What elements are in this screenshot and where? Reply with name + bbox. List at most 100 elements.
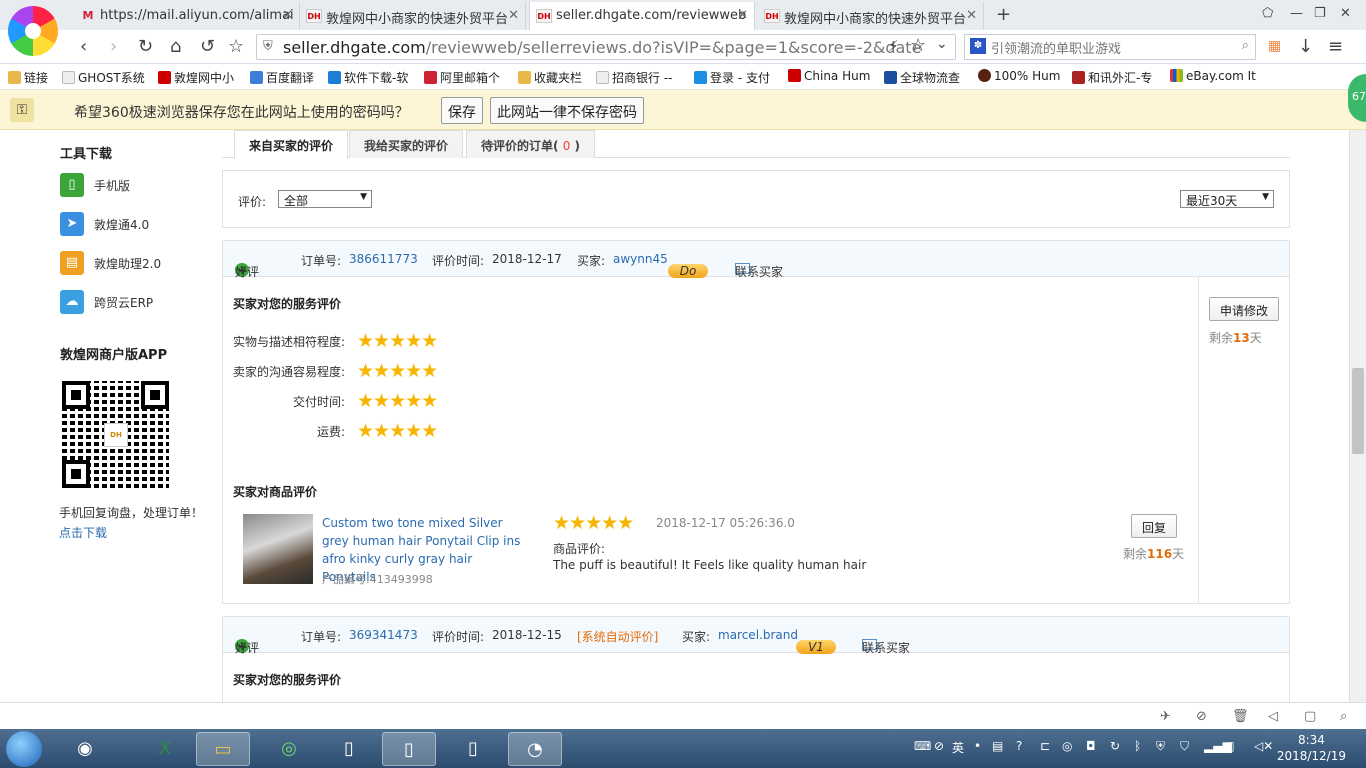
windows-start-icon[interactable] xyxy=(6,731,42,767)
minimize-icon[interactable]: — xyxy=(1290,6,1303,21)
taskbar-document-icon[interactable]: ▯ xyxy=(322,732,376,766)
back-icon[interactable]: ‹ xyxy=(80,36,87,57)
search-input[interactable]: ✽ 引领潮流的单职业游戏 ⌕ xyxy=(964,34,1256,60)
home-icon[interactable]: ⌂ xyxy=(170,36,181,57)
review-tabs: 来自买家的评价 我给买家的评价 待评价的订单( 0 ) xyxy=(222,130,1290,159)
rating-row: 运费: xyxy=(316,425,345,439)
skin-icon[interactable]: ⬠ xyxy=(1262,6,1273,21)
buyer-name-link[interactable]: awynn45 xyxy=(613,252,668,266)
window-icon[interactable]: ▢ xyxy=(1304,709,1316,724)
menu-icon[interactable]: ≡ xyxy=(1328,36,1343,57)
taskbar-app-dock-icon[interactable]: ◉ xyxy=(58,732,112,766)
reply-button[interactable]: 回复 xyxy=(1131,514,1177,538)
review-card: + 好评 订单号: 369341473 评价时间: 2018-12-15 [系统自… xyxy=(222,616,1290,706)
taskbar-document-icon[interactable]: ▯ xyxy=(382,732,436,766)
forward-icon[interactable]: › xyxy=(110,36,117,57)
rating-filter-select[interactable]: 全部 ▼ xyxy=(278,190,372,208)
taskbar-360-browser-icon[interactable]: ◔ xyxy=(508,732,562,766)
dhgate-favicon-icon: DH xyxy=(306,9,322,23)
close-tab-icon[interactable]: ✕ xyxy=(737,8,748,23)
never-save-password-button[interactable]: 此网站一律不保存密码 xyxy=(490,97,644,124)
tab-pending-orders[interactable]: 待评价的订单( 0 ) xyxy=(466,130,595,158)
360-browser-logo-icon[interactable] xyxy=(8,6,58,56)
save-password-button[interactable]: 保存 xyxy=(441,97,483,124)
volume-icon[interactable]: ◁ xyxy=(1268,709,1278,724)
lightning-icon[interactable]: ⚡ xyxy=(888,37,899,55)
taskbar-wechat-icon[interactable]: ◎ xyxy=(262,732,316,766)
browser-tab-dhgate-2[interactable]: DH 敦煌网中小商家的快速外贸平台 ✕ xyxy=(758,2,984,30)
tray-keyboard-icon[interactable]: ▤ xyxy=(992,739,1003,753)
bookmark-item[interactable]: 敦煌网中小 xyxy=(158,69,234,86)
browser-tab-dhgate-1[interactable]: DH 敦煌网中小商家的快速外贸平台 ✕ xyxy=(300,2,526,30)
bookmark-item[interactable]: 和讯外汇-专 xyxy=(1072,69,1152,86)
pin-icon[interactable]: ✈ xyxy=(1160,709,1171,724)
undo-close-icon[interactable]: ↺ xyxy=(200,36,215,57)
close-window-icon[interactable]: ✕ xyxy=(1340,6,1351,21)
tab-from-buyers[interactable]: 来自买家的评价 xyxy=(234,130,349,159)
close-tab-icon[interactable]: ✕ xyxy=(282,8,293,23)
bookmark-item[interactable]: 软件下载-软 xyxy=(328,69,408,86)
trash-icon[interactable]: 🗑 xyxy=(1232,709,1249,724)
bookmark-item[interactable]: 链接 xyxy=(8,69,48,86)
bookmark-item[interactable]: 全球物流查 xyxy=(884,69,960,86)
taskbar-clock[interactable]: 8:34 2018/12/19 xyxy=(1277,732,1346,764)
baidu-paw-icon: ✽ xyxy=(970,38,986,54)
bookmark-item[interactable]: eBay.com It xyxy=(1170,69,1256,83)
tab-to-buyers[interactable]: 我给买家的评价 xyxy=(349,130,464,158)
dropdown-chevron-icon[interactable]: ⌄ xyxy=(936,36,948,52)
tray-device-icon[interactable]: ▯ xyxy=(1228,739,1235,753)
request-change-button[interactable]: 申请修改 xyxy=(1209,297,1279,321)
maximize-icon[interactable]: ❐ xyxy=(1314,6,1326,21)
address-bar[interactable]: ⛨ seller.dhgate.com/reviewweb/sellerrevi… xyxy=(256,34,956,60)
tray-security-icon[interactable]: ⛨ xyxy=(1156,739,1165,754)
new-tab-button[interactable]: + xyxy=(996,4,1011,25)
tray-block-icon[interactable]: ⊘ xyxy=(934,739,944,753)
dhgate-favicon-icon: DH xyxy=(764,9,780,23)
tray-network-app-icon[interactable]: ◘ xyxy=(1086,739,1096,753)
side-bubble-badge[interactable]: 67 xyxy=(1348,74,1366,122)
tray-ime-icon[interactable]: ⌨ xyxy=(914,739,931,753)
zoom-icon[interactable]: ⌕ xyxy=(1340,709,1347,724)
ime-mode-label[interactable]: 英 xyxy=(952,739,964,756)
browser-tab-aliyun-mail[interactable]: M https://mail.aliyun.com/alimai ✕ xyxy=(74,2,300,30)
bookmark-item[interactable]: 100% Hum xyxy=(978,69,1060,83)
tray-help-icon[interactable]: ? xyxy=(1016,739,1022,753)
bookmark-item[interactable]: 阿里邮箱个 xyxy=(424,69,500,86)
star-rating-icon: ★★★★★ xyxy=(357,330,438,352)
bookmark-item[interactable]: 招商银行 -- xyxy=(596,69,672,86)
search-icon[interactable]: ⌕ xyxy=(1242,38,1249,53)
scrollbar-thumb[interactable] xyxy=(1352,368,1364,454)
folder-icon xyxy=(518,71,531,84)
tray-usb-icon[interactable]: ⊏ xyxy=(1040,739,1050,753)
bookmark-item[interactable]: 收藏夹栏 xyxy=(518,69,582,86)
browser-tab-seller-reviews[interactable]: DH seller.dhgate.com/reviewweb ✕ xyxy=(529,2,755,30)
tray-shield-icon[interactable]: ⛉ xyxy=(1180,739,1189,754)
tray-refresh-icon[interactable]: ↻ xyxy=(1110,739,1120,753)
favorite-star-icon[interactable]: ☆ xyxy=(228,36,244,57)
close-tab-icon[interactable]: ✕ xyxy=(508,8,519,23)
tray-wechat-icon[interactable]: ◎ xyxy=(1062,739,1072,753)
app-download-link[interactable]: 点击下载 xyxy=(59,524,107,541)
bluetooth-icon[interactable]: ᛒ xyxy=(1134,739,1141,753)
close-tab-icon[interactable]: ✕ xyxy=(966,8,977,23)
bookmark-item[interactable]: GHOST系统 xyxy=(62,69,145,86)
speed-icon[interactable]: ⊘ xyxy=(1196,709,1207,724)
product-thumbnail[interactable] xyxy=(243,514,313,584)
bookmark-item[interactable]: China Hum xyxy=(788,69,870,83)
apps-grid-icon[interactable]: ▦ xyxy=(1268,38,1281,54)
taskbar-explorer-icon[interactable]: ▭ xyxy=(196,732,250,766)
taskbar-document-icon[interactable]: ▯ xyxy=(446,732,500,766)
buyer-name-link[interactable]: marcel.brand xyxy=(718,628,798,642)
vertical-scrollbar[interactable] xyxy=(1349,130,1366,702)
download-icon[interactable]: ↓ xyxy=(1298,36,1313,57)
reload-icon[interactable]: ↻ xyxy=(138,36,153,57)
taskbar-excel-icon[interactable]: X xyxy=(138,732,192,766)
bookmark-star-icon[interactable]: ☆ xyxy=(910,35,926,56)
bookmark-item[interactable]: 登录 - 支付 xyxy=(694,69,770,86)
order-no-link[interactable]: 369341473 xyxy=(349,628,418,642)
volume-muted-icon[interactable]: ◁✕ xyxy=(1254,739,1273,753)
tray-dot-icon[interactable]: • xyxy=(974,739,981,753)
order-no-link[interactable]: 386611773 xyxy=(349,252,418,266)
period-filter-select[interactable]: 最近30天 ▼ xyxy=(1180,190,1274,208)
bookmark-item[interactable]: 百度翻译 xyxy=(250,69,314,86)
